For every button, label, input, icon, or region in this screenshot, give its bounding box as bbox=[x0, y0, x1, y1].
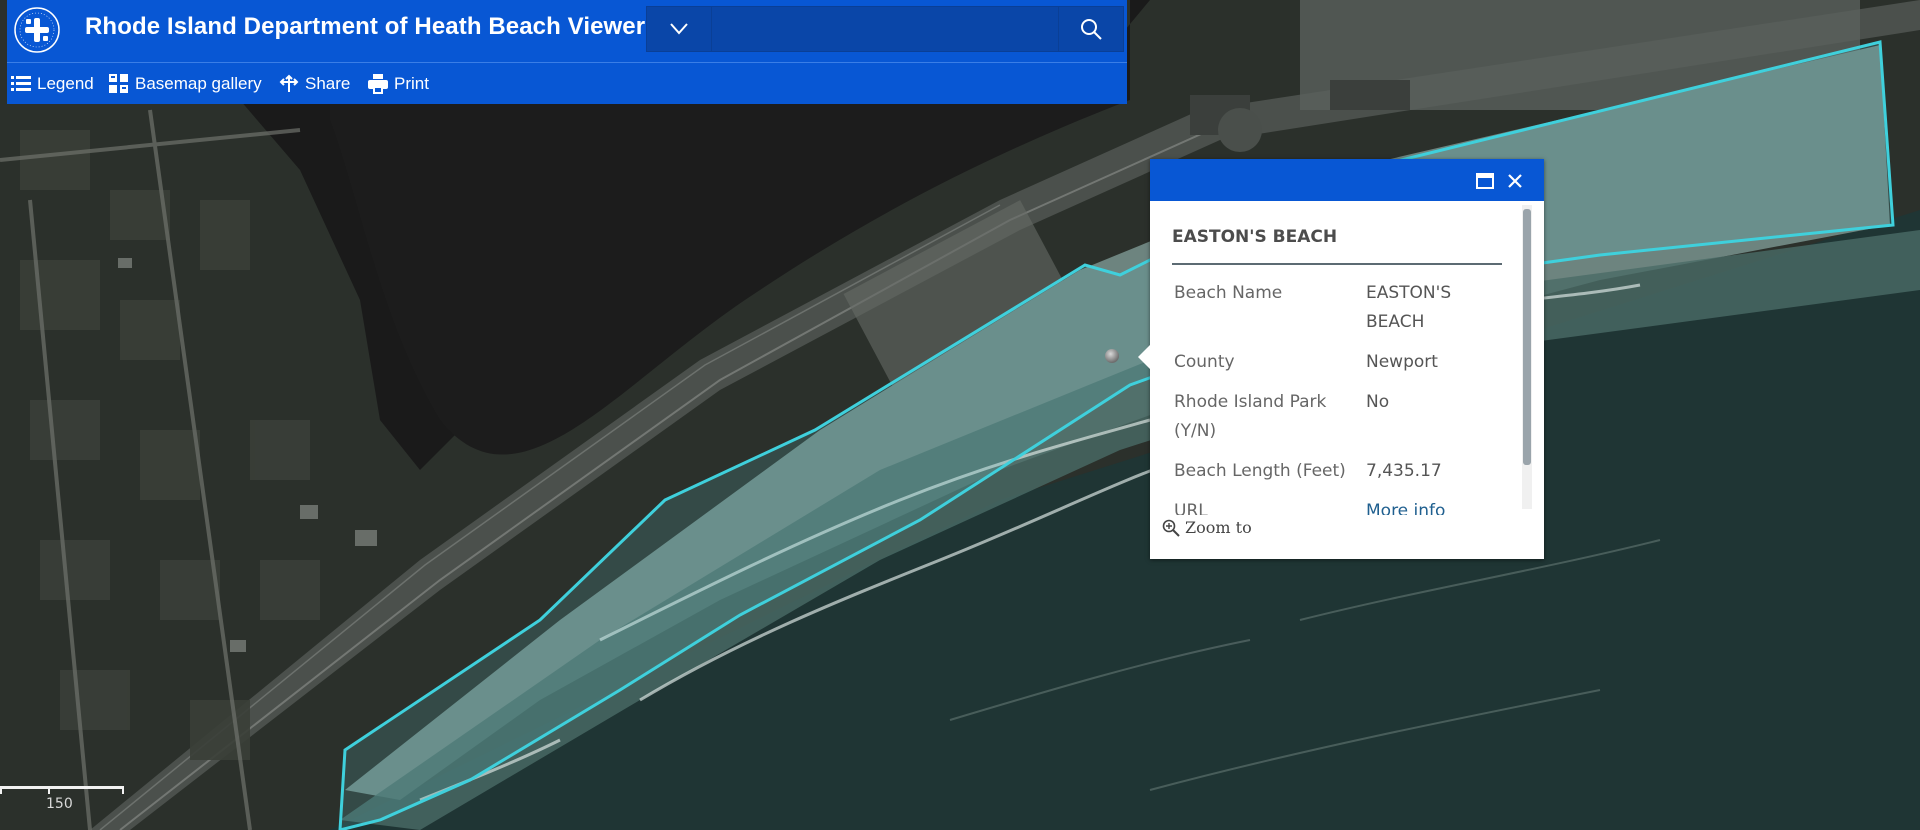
scale-bar: 150 bbox=[0, 784, 126, 824]
share-icon bbox=[279, 74, 299, 92]
title-bar: Rhode Island Department of Heath Beach V… bbox=[7, 0, 1127, 58]
health-seal-icon bbox=[14, 7, 60, 53]
field-label: County bbox=[1174, 352, 1235, 372]
print-label: Print bbox=[394, 74, 429, 93]
field-label: Beach Name bbox=[1174, 283, 1283, 303]
scale-line bbox=[0, 786, 124, 789]
attribute-table: Beach Name EASTON'S BEACH County Newport… bbox=[1172, 275, 1506, 515]
field-value: EASTON'S BEACH bbox=[1366, 283, 1452, 332]
toolbar: Legend Basemap gallery Share Print bbox=[7, 62, 1127, 105]
chevron-down-icon bbox=[670, 23, 688, 35]
popup-header bbox=[1150, 159, 1544, 201]
zoom-to-action[interactable]: Zoom to bbox=[1162, 518, 1252, 537]
basemap-gallery-label: Basemap gallery bbox=[135, 74, 262, 93]
app-title: Rhode Island Department of Heath Beach V… bbox=[85, 13, 646, 40]
maximize-icon bbox=[1476, 173, 1494, 189]
scroll-thumb[interactable] bbox=[1523, 209, 1531, 465]
search-input[interactable] bbox=[712, 7, 1056, 51]
close-icon bbox=[1508, 174, 1522, 188]
printer-icon bbox=[368, 74, 388, 94]
search-source-dropdown[interactable] bbox=[647, 7, 712, 51]
field-label: URL bbox=[1174, 501, 1208, 515]
share-button[interactable]: Share bbox=[279, 71, 350, 97]
field-value: Newport bbox=[1366, 352, 1438, 372]
maximize-button[interactable] bbox=[1475, 171, 1495, 191]
share-label: Share bbox=[305, 74, 351, 93]
popup-content[interactable]: EASTON'S BEACH Beach Name EASTON'S BEACH… bbox=[1150, 201, 1544, 515]
search-widget bbox=[646, 6, 1124, 52]
scale-tick bbox=[0, 786, 2, 794]
close-button[interactable] bbox=[1505, 171, 1525, 191]
table-row: Beach Length (Feet) 7,435.17 bbox=[1172, 453, 1506, 493]
field-value: 7,435.17 bbox=[1366, 461, 1442, 481]
feature-popup: EASTON'S BEACH Beach Name EASTON'S BEACH… bbox=[1138, 159, 1544, 559]
zoom-in-icon bbox=[1162, 519, 1180, 537]
scale-label: 150 bbox=[46, 796, 73, 812]
print-button[interactable]: Print bbox=[368, 71, 429, 97]
field-value: More info bbox=[1364, 493, 1506, 515]
more-info-link[interactable]: More info bbox=[1366, 501, 1445, 515]
grid-icon bbox=[109, 74, 128, 93]
field-label: Rhode Island Park (Y/N) bbox=[1174, 392, 1327, 441]
search-icon bbox=[1081, 19, 1102, 40]
popup-divider bbox=[1172, 263, 1502, 265]
table-row: Rhode Island Park (Y/N) No bbox=[1172, 384, 1506, 453]
map-view[interactable] bbox=[0, 0, 1920, 830]
feature-marker[interactable] bbox=[1105, 349, 1119, 363]
basemap-gallery-button[interactable]: Basemap gallery bbox=[109, 71, 262, 97]
field-label: Beach Length (Feet) bbox=[1174, 461, 1346, 481]
table-row: Beach Name EASTON'S BEACH bbox=[1172, 275, 1506, 344]
search-button[interactable] bbox=[1058, 7, 1123, 51]
scale-tick bbox=[48, 786, 50, 794]
satellite-imagery bbox=[0, 0, 1920, 830]
popup-scrollbar[interactable] bbox=[1522, 205, 1532, 509]
field-value: No bbox=[1366, 392, 1390, 412]
scale-tick bbox=[122, 786, 124, 794]
list-icon bbox=[11, 76, 31, 91]
popup-title: EASTON'S BEACH bbox=[1172, 227, 1338, 247]
popup-pointer bbox=[1138, 345, 1150, 369]
app-header: Rhode Island Department of Heath Beach V… bbox=[7, 0, 1127, 104]
table-row: County Newport bbox=[1172, 344, 1506, 384]
legend-label: Legend bbox=[37, 74, 94, 93]
table-row: URL More info bbox=[1172, 493, 1506, 515]
legend-button[interactable]: Legend bbox=[11, 71, 94, 97]
zoom-to-label: Zoom to bbox=[1185, 518, 1252, 537]
